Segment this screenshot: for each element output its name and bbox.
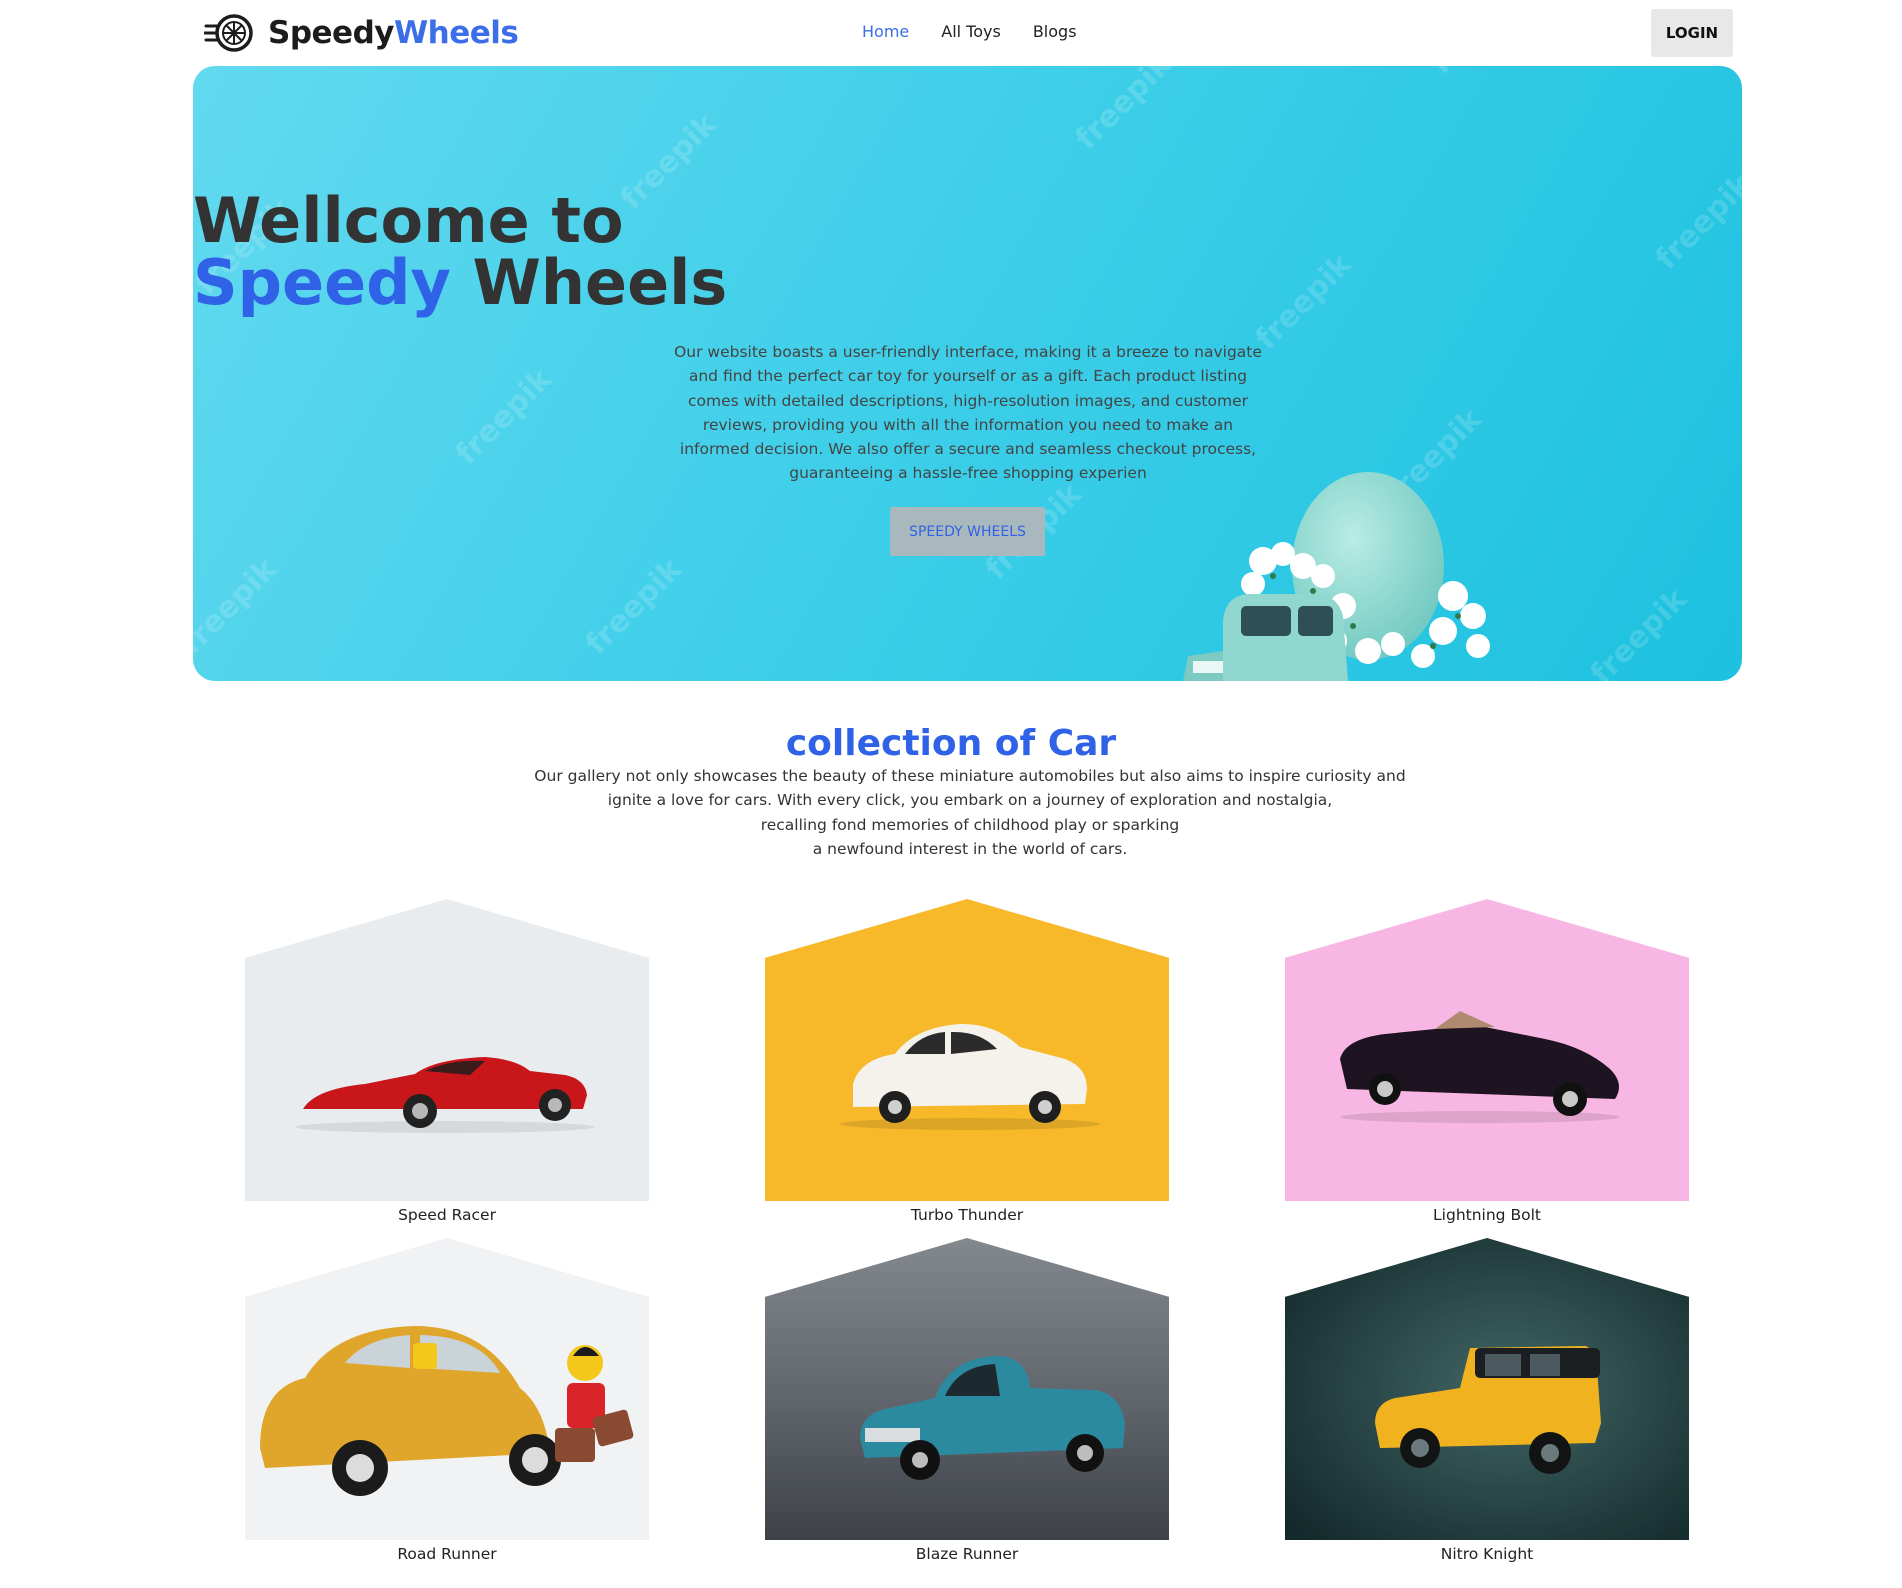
collection-description: Our gallery not only showcases the beaut…: [520, 764, 1420, 861]
egg-truck-decoration: [1183, 472, 1490, 681]
hero-title: Wellcome to Speedy Wheels: [193, 190, 1742, 314]
car-image: [765, 899, 1169, 1201]
nav-home[interactable]: Home: [862, 22, 909, 41]
brand-name: SpeedyWheels: [268, 15, 519, 51]
hero-banner: freepik freepik freepik freepik freepik …: [193, 66, 1742, 681]
watermark-text: freepik: [193, 551, 284, 662]
car-name: Lightning Bolt: [1433, 1206, 1541, 1224]
watermark-text: freepik: [579, 551, 690, 662]
collection-text-line: Our gallery not only showcases the beaut…: [534, 767, 1406, 785]
watermark-text: freepik: [1424, 66, 1535, 82]
car-image: [1285, 1238, 1689, 1540]
collection-text-line: recalling fond memories of childhood pla…: [760, 815, 1180, 834]
watermark-text: freepik: [1069, 66, 1180, 157]
car-card-road-runner[interactable]: Road Runner: [245, 1238, 649, 1564]
car-card-blaze-runner[interactable]: Blaze Runner: [765, 1238, 1169, 1564]
navbar: SpeedyWheels Home All Toys Blogs LOGIN: [0, 0, 1902, 66]
car-name: Nitro Knight: [1440, 1545, 1534, 1563]
login-button[interactable]: LOGIN: [1651, 9, 1733, 57]
collection-text-line: a newfound interest in the world of cars…: [812, 839, 1128, 858]
nav-all-toys[interactable]: All Toys: [941, 22, 1001, 41]
brand-name-main: Speedy: [268, 15, 394, 51]
collection-text-line: ignite a love for cars. With every click…: [607, 791, 1333, 810]
collection-title: collection of Car: [785, 723, 1117, 764]
main-nav: Home All Toys Blogs: [862, 22, 1077, 41]
watermark-text: freepik: [449, 361, 560, 472]
card-background: [245, 899, 649, 1201]
hero-description: Our website boasts a user-friendly inter…: [674, 343, 1262, 483]
car-image: [245, 1238, 649, 1540]
car-name: Turbo Thunder: [910, 1206, 1024, 1224]
car-name: Speed Racer: [398, 1206, 496, 1224]
wheel-icon: [204, 14, 253, 52]
brand-name-accent: Wheels: [393, 15, 519, 51]
car-card-lightning-bolt[interactable]: Lightning Bolt: [1285, 899, 1689, 1225]
car-card-speed-racer[interactable]: Speed Racer: [245, 899, 649, 1225]
car-card-turbo-thunder[interactable]: Turbo Thunder: [765, 899, 1169, 1225]
car-name: Blaze Runner: [915, 1545, 1019, 1563]
brand-logo[interactable]: SpeedyWheels: [204, 12, 519, 54]
car-image: [765, 1238, 1169, 1540]
hero-title-rest: Wheels: [450, 246, 728, 319]
car-image: [1285, 899, 1689, 1201]
hero-title-accent: Speedy: [193, 246, 451, 319]
speedy-wheels-button[interactable]: SPEEDY WHEELS: [890, 507, 1045, 556]
car-image: [245, 899, 649, 1201]
hero-title-line2: Speedy Wheels: [193, 252, 1742, 314]
car-card-nitro-knight[interactable]: Nitro Knight: [1285, 1238, 1689, 1564]
car-name: Road Runner: [397, 1545, 497, 1563]
nav-blogs[interactable]: Blogs: [1033, 22, 1077, 41]
